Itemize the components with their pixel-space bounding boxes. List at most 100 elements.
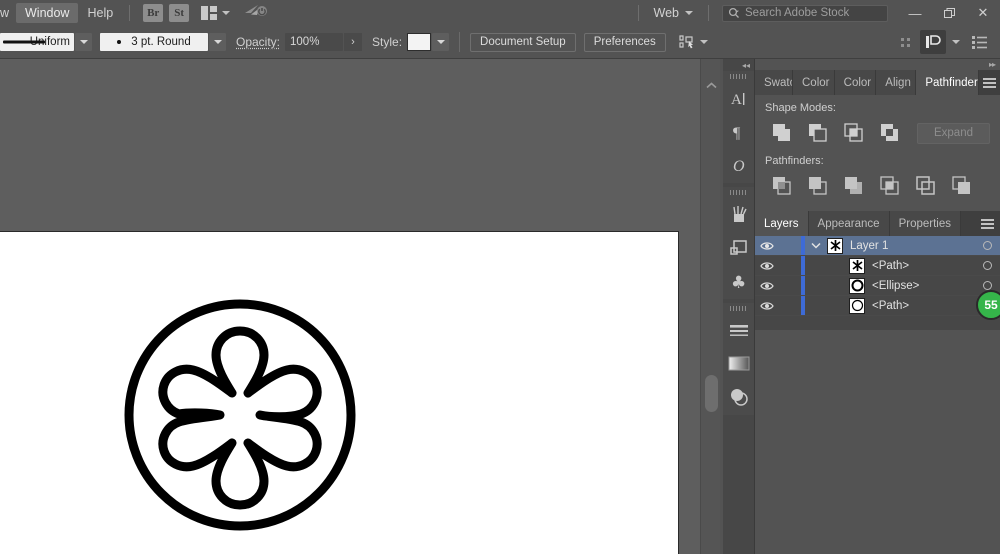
table-row[interactable]: <Path>: [755, 296, 1000, 316]
bridge-badge[interactable]: Br: [143, 4, 163, 22]
scroll-up-arrow-icon[interactable]: [701, 79, 721, 91]
table-row[interactable]: <Ellipse>: [755, 276, 1000, 296]
graphic-style-swatch[interactable]: [407, 33, 431, 51]
menu-item-help[interactable]: Help: [78, 3, 122, 23]
visibility-toggle-icon[interactable]: [755, 301, 779, 311]
layer-name[interactable]: <Ellipse>: [872, 280, 919, 292]
asterisk-path: [163, 331, 317, 505]
asterisk-in-circle-artwork[interactable]: [110, 280, 420, 554]
arrange-documents-icon[interactable]: [201, 6, 230, 20]
grid-dot: [901, 44, 904, 47]
dock-grip[interactable]: [723, 187, 754, 198]
brushes-panel-icon[interactable]: [723, 198, 754, 231]
brush-definition-dropdown[interactable]: [209, 33, 226, 51]
visibility-toggle-icon[interactable]: [755, 281, 779, 291]
layers-panel: Layer 1: [755, 236, 1000, 330]
trim-button[interactable]: [801, 173, 837, 199]
chevron-down-icon[interactable]: [952, 40, 960, 44]
tab-properties[interactable]: Properties: [890, 211, 961, 236]
layer-name[interactable]: <Path>: [872, 260, 909, 272]
target-indicator[interactable]: [974, 281, 1000, 290]
visibility-toggle-icon[interactable]: [755, 241, 779, 251]
close-button[interactable]: ✕: [966, 0, 1000, 26]
dock-grip[interactable]: [723, 71, 754, 82]
tab-color-guide[interactable]: Color: [835, 70, 877, 95]
merge-button[interactable]: [837, 173, 873, 199]
table-row[interactable]: <Path>: [755, 256, 1000, 276]
circle-thumb: [849, 298, 865, 314]
character-panel-icon[interactable]: A: [723, 82, 754, 115]
swatches-panel-icon[interactable]: ♣: [723, 264, 754, 297]
opentype-panel-icon[interactable]: O: [723, 148, 754, 181]
menu-item-view-clipped[interactable]: w: [0, 3, 16, 23]
graphic-style-dropdown[interactable]: [432, 33, 449, 51]
outer-circle-path: [129, 304, 351, 526]
preferences-button[interactable]: Preferences: [584, 33, 666, 52]
canvas-area[interactable]: [0, 59, 700, 554]
expand-triangle-icon[interactable]: [805, 242, 827, 249]
panel-list-icon[interactable]: [966, 30, 992, 54]
paragraph-panel-icon[interactable]: ¶: [723, 115, 754, 148]
opacity-expand-button[interactable]: ›: [344, 33, 362, 51]
crop-button[interactable]: [873, 173, 909, 199]
dock-collapse-button[interactable]: ◂◂: [723, 59, 754, 71]
scrollbar-thumb[interactable]: [705, 375, 718, 412]
menu-bar-right: Web Search Adobe Stock —: [631, 0, 1000, 26]
layer-name[interactable]: Layer 1: [850, 240, 888, 252]
tab-color[interactable]: Color: [793, 70, 835, 95]
brush-definition-field[interactable]: 3 pt. Round: [100, 33, 208, 51]
dock-grip[interactable]: [723, 303, 754, 314]
menu-divider-right: [638, 5, 639, 21]
chevron-down-icon: [700, 40, 708, 44]
search-adobe-stock-input[interactable]: Search Adobe Stock: [722, 5, 888, 22]
gradient-panel-icon[interactable]: [723, 347, 754, 380]
stock-badge[interactable]: St: [169, 4, 189, 22]
arrange-grid-icon[interactable]: [892, 30, 918, 54]
panel-menu-icon[interactable]: [979, 70, 1000, 95]
brush-dot-icon: [117, 40, 121, 44]
stroke-profile-dropdown[interactable]: [75, 33, 92, 51]
restore-button[interactable]: [932, 0, 966, 26]
minimize-button[interactable]: —: [898, 0, 932, 26]
unite-button[interactable]: [765, 120, 801, 146]
layer-name[interactable]: <Path>: [872, 300, 909, 312]
table-row[interactable]: Layer 1: [755, 236, 1000, 256]
cloud-sync-icon[interactable]: [244, 2, 268, 25]
restore-icon: [944, 8, 955, 19]
tab-layers[interactable]: Layers: [755, 211, 809, 236]
dock-group-assets: ♣: [723, 187, 754, 299]
intersect-button[interactable]: [837, 120, 873, 146]
symbols-panel-icon[interactable]: [723, 231, 754, 264]
document-setup-button[interactable]: Document Setup: [470, 33, 576, 52]
expand-button[interactable]: Expand: [917, 123, 990, 144]
pathfinders-label: Pathfinders:: [765, 155, 990, 167]
panel-menu-icon[interactable]: [974, 211, 1000, 236]
target-indicator[interactable]: [974, 261, 1000, 270]
svg-text:♣: ♣: [731, 273, 746, 290]
stroke-profile-field[interactable]: Uniform: [0, 33, 74, 51]
exclude-button[interactable]: [873, 120, 909, 146]
workspace-web-selector[interactable]: Web: [646, 6, 701, 20]
tab-pathfinder[interactable]: Pathfinder: [916, 70, 978, 95]
target-indicator[interactable]: [974, 241, 1000, 250]
divide-button[interactable]: [765, 173, 801, 199]
workspace-switcher-icon[interactable]: [920, 30, 946, 54]
tab-swatches[interactable]: Swatc: [755, 70, 793, 95]
panel-collapse-button[interactable]: ▸▸: [755, 59, 1000, 70]
tab-align[interactable]: Align: [876, 70, 916, 95]
align-to-selection-control[interactable]: [678, 34, 708, 50]
outline-button[interactable]: [909, 173, 945, 199]
minus-front-button[interactable]: [801, 120, 837, 146]
stroke-panel-icon[interactable]: [723, 314, 754, 347]
canvas-vertical-scrollbar[interactable]: [700, 59, 720, 554]
workspace-label: Web: [654, 6, 679, 20]
transparency-panel-icon[interactable]: [723, 380, 754, 413]
menu-item-window[interactable]: Window: [16, 3, 78, 23]
visibility-toggle-icon[interactable]: [755, 261, 779, 271]
opacity-value: 100%: [290, 36, 319, 48]
artboard[interactable]: [0, 231, 679, 554]
shape-modes-row: Expand: [765, 120, 990, 146]
minus-back-button[interactable]: [945, 173, 981, 199]
opacity-input[interactable]: 100%: [285, 33, 343, 51]
tab-appearance[interactable]: Appearance: [809, 211, 890, 236]
